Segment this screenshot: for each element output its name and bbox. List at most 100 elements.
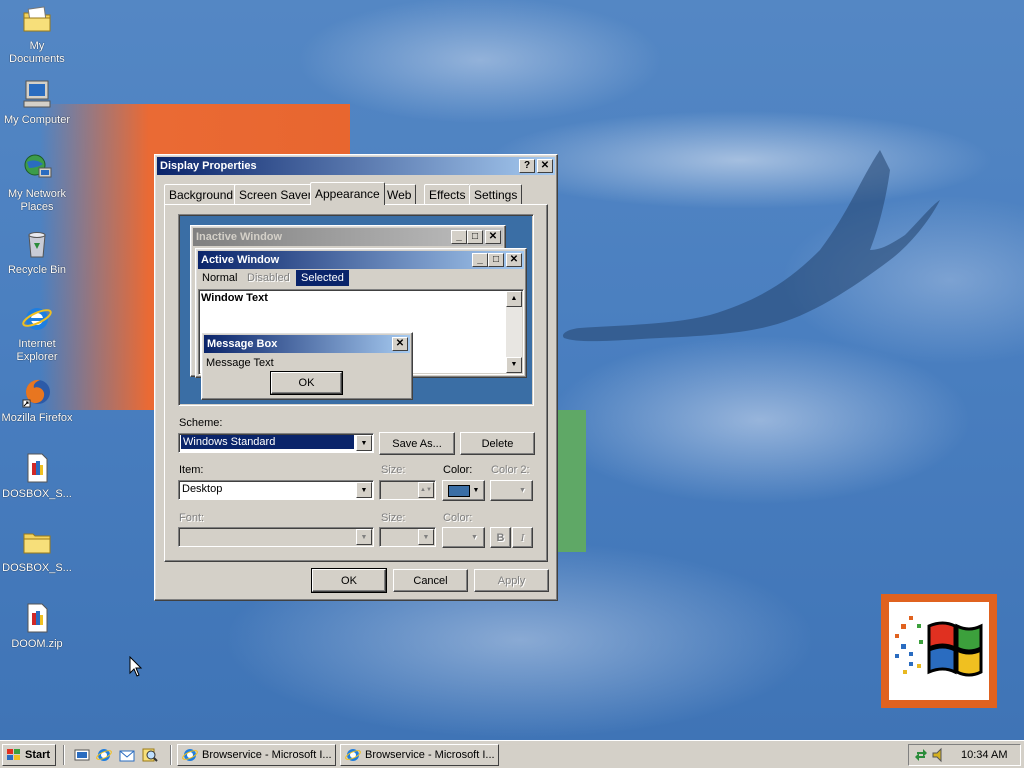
- internet-explorer-icon: [182, 749, 198, 761]
- show-desktop-icon[interactable]: [74, 747, 90, 763]
- windows-flag-icon: [7, 749, 20, 760]
- close-icon: ✕: [485, 230, 501, 244]
- desktop-icon-label: DOSBOX_S...: [2, 562, 72, 574]
- start-button[interactable]: Start: [2, 744, 56, 766]
- minimize-icon: _: [451, 230, 467, 244]
- button-label: Save As...: [392, 437, 442, 450]
- tab-screen-saver[interactable]: Screen Saver: [234, 184, 317, 204]
- quick-launch-divider: [63, 745, 65, 765]
- clock[interactable]: 10:34 AM: [961, 749, 1007, 761]
- preview-message-text: Message Text: [206, 357, 274, 369]
- font-label: Font:: [179, 512, 205, 524]
- tab-settings[interactable]: Settings: [469, 184, 523, 204]
- dialog-title-bar[interactable]: Display Properties ? ✕: [157, 157, 555, 175]
- desktop-icon-my-documents[interactable]: My Documents: [0, 4, 74, 66]
- button-label: B: [496, 531, 505, 544]
- chevron-down-icon[interactable]: ▼: [356, 435, 372, 451]
- task-button-browservice-1[interactable]: Browservice - Microsoft I...: [177, 744, 336, 766]
- task-divider: [170, 745, 172, 765]
- desktop-icon-label: My Documents: [9, 40, 65, 65]
- font-dropdown[interactable]: ▼: [178, 527, 374, 547]
- button-label: OK: [298, 377, 315, 389]
- network-tray-icon[interactable]: [913, 747, 929, 763]
- scheme-dropdown[interactable]: Windows Standard ▼: [178, 433, 374, 453]
- delete-button[interactable]: Delete: [460, 432, 535, 455]
- button-label: Apply: [497, 574, 526, 587]
- folder-icon: [23, 533, 51, 554]
- folder-documents-icon: [23, 6, 51, 32]
- bold-button[interactable]: B: [490, 527, 511, 548]
- save-as-button[interactable]: Save As...: [379, 432, 455, 455]
- desktop-icon-recycle-bin[interactable]: Recycle Bin: [0, 228, 74, 277]
- button-label: OK: [341, 574, 357, 587]
- font-size-label: Size:: [381, 512, 406, 524]
- system-tray: 10:34 AM: [908, 744, 1021, 766]
- desktop-icon-label: My Network Places: [7, 188, 67, 213]
- close-icon: ✕: [392, 337, 408, 351]
- preview-window-text: Window Text: [201, 292, 268, 304]
- apply-button[interactable]: Apply: [474, 569, 549, 592]
- network-icon: [24, 154, 52, 178]
- preview-message-box-title: Message Box: [207, 338, 278, 350]
- search-icon[interactable]: [142, 747, 158, 763]
- tab-effects[interactable]: Effects: [424, 184, 471, 204]
- dialog-title: Display Properties: [160, 160, 257, 172]
- help-button[interactable]: ?: [519, 159, 535, 173]
- preview-menu-disabled: Disabled: [247, 272, 290, 284]
- scheme-label: Scheme:: [179, 417, 223, 429]
- installer-icon: [27, 453, 48, 483]
- ok-button[interactable]: OK: [311, 568, 387, 593]
- desktop-icon-doom-zip[interactable]: DOOM.zip: [0, 602, 74, 651]
- cancel-button[interactable]: Cancel: [393, 569, 468, 592]
- preview-menu-selected: Selected: [296, 270, 349, 286]
- preview-active-title: Active Window: [201, 254, 280, 266]
- tab-web[interactable]: Web: [382, 184, 417, 204]
- desktop-icon-label: Recycle Bin: [7, 264, 67, 276]
- chevron-down-icon[interactable]: ▼: [356, 482, 372, 498]
- item-color2-picker[interactable]: ▼: [490, 480, 533, 501]
- desktop-icon-dosbox-folder[interactable]: DOSBOX_S...: [0, 526, 74, 575]
- desktop-icon-my-computer[interactable]: My Computer: [0, 78, 74, 127]
- item-value: Desktop: [182, 483, 223, 495]
- outlook-express-icon[interactable]: [119, 747, 135, 763]
- task-button-browservice-2[interactable]: Browservice - Microsoft I...: [340, 744, 499, 766]
- desktop-icon-dosbox-installer[interactable]: DOSBOX_S...: [0, 452, 74, 501]
- item-dropdown[interactable]: Desktop ▼: [178, 480, 374, 500]
- tab-background[interactable]: Background: [164, 184, 239, 204]
- font-size-dropdown[interactable]: ▼: [379, 527, 436, 547]
- preview-scrollbar: ▲ ▼: [506, 291, 522, 373]
- maximize-icon: □: [488, 253, 504, 267]
- spinner-arrows-icon: ▲▼: [418, 482, 434, 498]
- font-color-label: Color:: [443, 512, 473, 524]
- tab-label: Background: [169, 187, 234, 202]
- preview-inactive-title: Inactive Window: [196, 231, 283, 243]
- close-button[interactable]: ✕: [537, 159, 553, 173]
- chevron-down-icon: ▼: [418, 529, 434, 545]
- item-size-label: Size:: [381, 464, 406, 476]
- item-label: Item:: [179, 464, 204, 476]
- computer-icon: [23, 80, 51, 108]
- maximize-icon: □: [467, 230, 483, 244]
- internet-explorer-icon[interactable]: [96, 747, 112, 763]
- chevron-down-icon: ▼: [356, 529, 372, 545]
- preview-menu-bar: Normal Disabled Selected: [198, 270, 524, 287]
- desktop-icon-mozilla-firefox[interactable]: Mozilla Firefox: [0, 376, 74, 425]
- font-color-picker[interactable]: ▼: [442, 527, 485, 548]
- speaker-tray-icon[interactable]: [931, 747, 947, 763]
- scroll-up-icon: ▲: [506, 291, 522, 307]
- button-label: Delete: [481, 437, 514, 450]
- desktop-icon-my-network-places[interactable]: My Network Places: [0, 152, 74, 214]
- item-color-picker[interactable]: ▼: [442, 480, 485, 501]
- desktop-icon-internet-explorer[interactable]: Internet Explorer: [0, 302, 74, 364]
- item-color-label: Color:: [443, 464, 473, 476]
- preview-inactive-title-bar: Inactive Window _ □ ✕: [193, 228, 503, 246]
- tab-label: Screen Saver: [239, 187, 312, 202]
- task-label: Browservice - Microsoft I...: [365, 749, 495, 761]
- tab-label: Effects: [429, 187, 466, 202]
- italic-button[interactable]: I: [512, 527, 533, 548]
- item-size-spinner[interactable]: ▲▼: [379, 480, 436, 500]
- chevron-down-icon: ▼: [472, 487, 480, 494]
- preview-active-title-bar: Active Window _ □ ✕: [198, 251, 524, 269]
- wallpaper-green-block: [556, 410, 586, 552]
- tab-appearance[interactable]: Appearance: [310, 182, 385, 205]
